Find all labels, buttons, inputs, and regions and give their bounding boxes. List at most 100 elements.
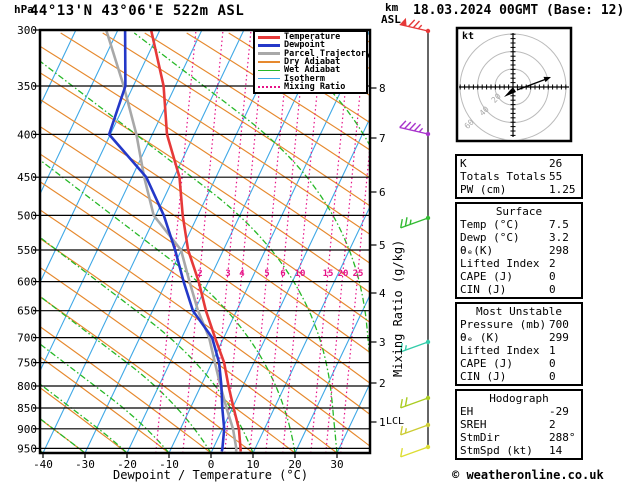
section-title: Most Unstable bbox=[475, 305, 563, 318]
stat-value: 55 bbox=[549, 170, 563, 183]
svg-text:6: 6 bbox=[280, 269, 285, 279]
legend-swatch bbox=[258, 77, 280, 80]
stat-label: CIN (J) bbox=[460, 283, 507, 296]
svg-text:1: 1 bbox=[379, 416, 386, 429]
stats-row: EH -29 bbox=[460, 405, 578, 418]
stat-label: θₑ(K) bbox=[460, 244, 494, 257]
stat-value: 7.5 bbox=[549, 218, 569, 231]
svg-text:350: 350 bbox=[17, 80, 37, 93]
stat-value: 26 bbox=[549, 157, 563, 170]
section-title: Hodograph bbox=[489, 392, 549, 405]
svg-text:2: 2 bbox=[197, 269, 202, 279]
svg-text:6: 6 bbox=[379, 186, 386, 199]
stats-row: PW (cm) 1.25 bbox=[460, 183, 578, 196]
svg-text:3: 3 bbox=[379, 336, 386, 349]
legend-label: Mixing Ratio bbox=[284, 81, 346, 92]
altitude-axis-ticks: 8 7 6 5 4 3 2 1 bbox=[370, 82, 386, 429]
stat-value: -29 bbox=[549, 405, 569, 418]
stat-label: Pressure (mb) bbox=[460, 318, 547, 331]
stats-tables: K 26 Totals Totals 55 PW (cm) 1.25 Surface Temp… bbox=[455, 154, 583, 463]
pressure-axis-ticks: 300 350 400 450 500 550 600 650 700 750 800 850 900 9… bbox=[17, 24, 40, 455]
stats-row: StmSpd (kt) 14 bbox=[460, 444, 578, 457]
stat-value: 14 bbox=[549, 444, 563, 457]
stat-label: K bbox=[460, 157, 467, 170]
stat-label: StmSpd (kt) bbox=[460, 444, 533, 457]
svg-text:3: 3 bbox=[225, 269, 230, 279]
stats-row: Lifted Index 1 bbox=[460, 344, 578, 357]
stat-value: 0 bbox=[549, 283, 556, 296]
wind-barb bbox=[400, 339, 431, 353]
svg-text:300: 300 bbox=[17, 24, 37, 37]
stat-label: CAPE (J) bbox=[460, 357, 513, 370]
stats-row: θₑ (K) 299 bbox=[460, 331, 578, 344]
stats-section: K 26 Totals Totals 55 PW (cm) 1.25 bbox=[455, 154, 583, 199]
wind-barb bbox=[400, 444, 431, 458]
mixing-ratio-axis-label: Mixing Ratio (g/kg) bbox=[391, 239, 405, 377]
stat-label: Dewp (°C) bbox=[460, 231, 520, 244]
stat-label: EH bbox=[460, 405, 474, 418]
legend-box: Temperature Dewpoint Parcel Trajectory Dry … bbox=[253, 30, 371, 94]
stat-value: 2 bbox=[549, 257, 556, 270]
svg-text:10: 10 bbox=[295, 269, 306, 279]
svg-text:900: 900 bbox=[17, 423, 37, 436]
svg-text:4: 4 bbox=[379, 287, 386, 300]
stats-row: K 26 bbox=[460, 157, 578, 170]
stats-section: Surface Temp (°C) 7.5 Dewp (°C) 3.2 θₑ(K) 298 L… bbox=[455, 202, 583, 299]
stat-value: 298 bbox=[549, 244, 569, 257]
svg-text:5: 5 bbox=[264, 269, 269, 279]
wind-barb bbox=[400, 395, 431, 409]
svg-text:30: 30 bbox=[330, 458, 343, 471]
stat-value: 1.25 bbox=[549, 183, 576, 196]
stats-row: CAPE (J) 0 bbox=[460, 270, 578, 283]
section-title: Surface bbox=[495, 205, 543, 218]
svg-text:600: 600 bbox=[17, 276, 37, 289]
legend-swatch bbox=[258, 85, 280, 88]
legend-swatch bbox=[258, 35, 280, 39]
stat-value: 700 bbox=[549, 318, 569, 331]
svg-text:450: 450 bbox=[17, 171, 37, 184]
stat-value: 2 bbox=[549, 418, 556, 431]
svg-text:25: 25 bbox=[353, 269, 364, 279]
datetime-label: 18.03.2024 00GMT (Base: 12) bbox=[413, 3, 625, 18]
svg-text:650: 650 bbox=[17, 305, 37, 318]
svg-text:20: 20 bbox=[338, 269, 349, 279]
svg-text:550: 550 bbox=[17, 244, 37, 257]
stat-label: StmDir bbox=[460, 431, 500, 444]
stat-value: 299 bbox=[549, 331, 569, 344]
lcl-marker-label: LCL bbox=[386, 416, 405, 427]
svg-text:400: 400 bbox=[17, 128, 37, 141]
stat-value: 0 bbox=[549, 270, 556, 283]
stats-row: CIN (J) 0 bbox=[460, 283, 578, 296]
sounding-page: 2 3 4 5 6 10 15 20 25 300 350 400 450 500 550 600 650 70… bbox=[0, 0, 629, 486]
stats-section: Hodograph EH -29 SREH 2 StmDir 288° StmSpd (kt)… bbox=[455, 389, 583, 460]
svg-text:850: 850 bbox=[17, 402, 37, 415]
stats-row: Dewp (°C) 3.2 bbox=[460, 231, 578, 244]
stat-label: Lifted Index bbox=[460, 344, 540, 357]
stats-row: Lifted Index 2 bbox=[460, 257, 578, 270]
wind-barb bbox=[400, 422, 431, 436]
copyright-label: © weatheronline.co.uk bbox=[452, 468, 604, 482]
wind-barb-column bbox=[399, 17, 431, 458]
stat-label: Temp (°C) bbox=[460, 218, 520, 231]
svg-text:8: 8 bbox=[379, 82, 386, 95]
svg-text:750: 750 bbox=[17, 357, 37, 370]
stat-label: θₑ (K) bbox=[460, 331, 500, 344]
stats-row: CAPE (J) 0 bbox=[460, 357, 578, 370]
wind-barb bbox=[400, 215, 431, 229]
page-title: 44°13'N 43°06'E 522m ASL bbox=[30, 3, 245, 19]
svg-text:800: 800 bbox=[17, 380, 37, 393]
wind-barb bbox=[399, 17, 431, 34]
altitude-ref-label: ASL bbox=[381, 13, 401, 26]
stat-label: CAPE (J) bbox=[460, 270, 513, 283]
svg-text:15: 15 bbox=[323, 269, 334, 279]
svg-text:2: 2 bbox=[379, 377, 386, 390]
stat-value: 3.2 bbox=[549, 231, 569, 244]
stat-label: PW (cm) bbox=[460, 183, 507, 196]
wind-barb bbox=[399, 120, 431, 137]
svg-text:950: 950 bbox=[17, 442, 37, 455]
hodograph-plot: 204060 bbox=[455, 26, 573, 143]
stat-label: Lifted Index bbox=[460, 257, 540, 270]
stats-section: Most Unstable Pressure (mb) 700 θₑ (K) 299 Li… bbox=[455, 302, 583, 386]
stats-row: SREH 2 bbox=[460, 418, 578, 431]
svg-text:4: 4 bbox=[239, 269, 245, 279]
